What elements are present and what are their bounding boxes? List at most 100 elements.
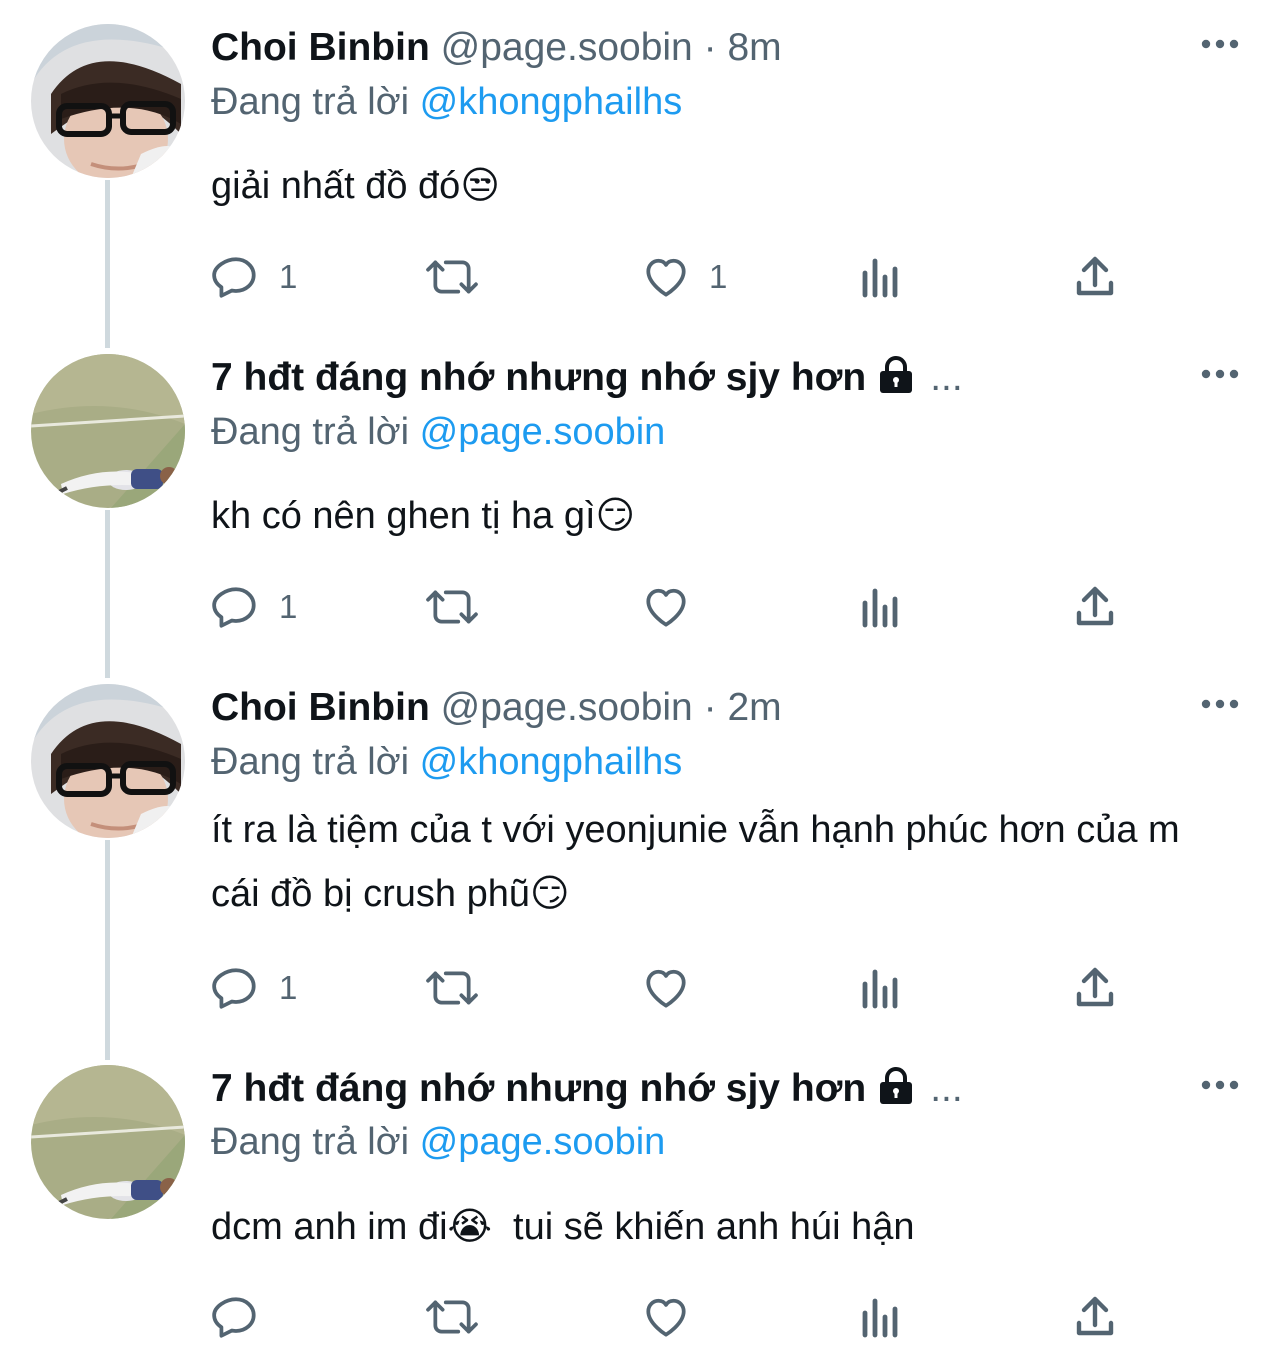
more-options-icon[interactable] <box>1200 694 1240 714</box>
retweet-button[interactable] <box>424 252 480 302</box>
retweet-button[interactable] <box>424 582 480 632</box>
reply-icon <box>212 1297 256 1338</box>
action-bar: 1 <box>211 582 1131 632</box>
share-icon <box>1076 586 1114 626</box>
name-overflow: ... <box>930 356 963 399</box>
analytics-button[interactable] <box>859 963 903 1013</box>
tweet[interactable]: Choi Binbin @page.soobin · 8m Đang trả l… <box>0 24 1284 324</box>
share-icon <box>1076 256 1114 296</box>
more-options-icon[interactable] <box>1200 1075 1240 1095</box>
analytics-button[interactable] <box>859 582 903 632</box>
tweet[interactable]: 7 hđt đáng nhớ nhưng nhớ sjy hơn... Đang… <box>0 1065 1284 1355</box>
analytics-icon <box>862 1298 898 1338</box>
retweet-icon <box>426 1300 478 1334</box>
tweet[interactable]: Choi Binbin @page.soobin · 2m Đang trả l… <box>0 684 1284 1024</box>
avatar-image <box>31 24 185 178</box>
like-button[interactable]: 1 <box>641 252 727 302</box>
share-icon <box>1076 1296 1114 1336</box>
timestamp[interactable]: 2m <box>727 686 781 729</box>
reply-mention-link[interactable]: @page.soobin <box>420 1121 666 1163</box>
reply-count: 1 <box>279 588 298 625</box>
reply-count: 1 <box>279 258 298 295</box>
reply-mention-link[interactable]: @khongphailhs <box>420 741 683 783</box>
separator-dot: · <box>703 26 717 69</box>
share-button[interactable] <box>1073 1292 1117 1342</box>
heart-icon <box>646 969 686 1008</box>
more-options-icon[interactable] <box>1200 364 1240 384</box>
thread-line <box>105 180 110 348</box>
analytics-icon <box>862 258 898 298</box>
reply-mention-link[interactable]: @khongphailhs <box>420 81 683 123</box>
like-button[interactable] <box>641 582 709 632</box>
like-button[interactable] <box>641 963 709 1013</box>
retweet-icon <box>426 590 478 624</box>
tweet-header: 7 hđt đáng nhớ nhưng nhớ sjy hơn... <box>211 354 963 406</box>
avatar[interactable] <box>31 1065 185 1219</box>
avatar-image <box>31 684 185 838</box>
display-name[interactable]: 7 hđt đáng nhớ nhưng nhớ sjy hơn <box>211 1067 866 1110</box>
reply-icon <box>212 968 256 1009</box>
display-name[interactable]: 7 hđt đáng nhớ nhưng nhớ sjy hơn <box>211 356 866 399</box>
like-count: 1 <box>709 258 728 295</box>
share-button[interactable] <box>1073 582 1117 632</box>
action-bar: 1 1 <box>211 252 1131 302</box>
lock-icon <box>876 356 916 406</box>
replying-to-label: Đang trả lời <box>211 741 410 783</box>
retweet-icon <box>426 971 478 1005</box>
avatar[interactable] <box>31 24 185 178</box>
more-options-icon[interactable] <box>1200 34 1240 54</box>
reply-icon <box>212 257 256 298</box>
display-name[interactable]: Choi Binbin <box>211 686 430 729</box>
lock-icon <box>876 1067 916 1117</box>
heart-icon <box>646 588 686 627</box>
heart-icon <box>646 258 686 297</box>
display-name[interactable]: Choi Binbin <box>211 26 430 69</box>
reply-button[interactable]: 1 <box>211 582 297 632</box>
name-overflow: ... <box>930 1067 963 1110</box>
retweet-button[interactable] <box>424 1292 480 1342</box>
tweet-header: 7 hđt đáng nhớ nhưng nhớ sjy hơn... <box>211 1065 963 1117</box>
retweet-icon <box>426 260 478 294</box>
timestamp[interactable]: 8m <box>727 26 781 69</box>
thread-line <box>105 510 110 678</box>
replying-to: Đang trả lời @khongphailhs <box>211 78 682 126</box>
reply-button[interactable]: 1 <box>211 963 297 1013</box>
share-button[interactable] <box>1073 963 1117 1013</box>
avatar-image <box>31 354 185 508</box>
reply-button[interactable]: 1 <box>211 252 297 302</box>
tweet-header: Choi Binbin @page.soobin · 8m <box>211 24 782 72</box>
thread-line <box>105 840 110 1060</box>
retweet-button[interactable] <box>424 963 480 1013</box>
analytics-icon <box>862 969 898 1009</box>
replying-to: Đang trả lời @khongphailhs <box>211 738 682 786</box>
analytics-icon <box>862 588 898 628</box>
analytics-button[interactable] <box>859 1292 903 1342</box>
replying-to-label: Đang trả lời <box>211 1121 410 1163</box>
avatar[interactable] <box>31 354 185 508</box>
tweet-header: Choi Binbin @page.soobin · 2m <box>211 684 782 732</box>
username[interactable]: @page.soobin <box>441 686 693 729</box>
tweet-text: dcm anh im đi😭 tui sẽ khiến anh húi hận <box>211 1206 915 1248</box>
reply-button[interactable] <box>211 1292 279 1342</box>
avatar[interactable] <box>31 684 185 838</box>
separator-dot: · <box>703 686 717 729</box>
action-bar: 1 <box>211 963 1131 1013</box>
analytics-button[interactable] <box>859 252 903 302</box>
heart-icon <box>646 1298 686 1337</box>
replying-to: Đang trả lời @page.soobin <box>211 408 665 456</box>
share-button[interactable] <box>1073 252 1117 302</box>
reply-mention-link[interactable]: @page.soobin <box>420 411 666 453</box>
tweet-text: giải nhất đồ đó😒 <box>211 165 500 207</box>
reply-icon <box>212 587 256 628</box>
action-bar <box>211 1292 1131 1342</box>
tweet[interactable]: 7 hđt đáng nhớ nhưng nhớ sjy hơn... Đang… <box>0 354 1284 654</box>
tweet-text: kh có nên ghen tị ha gì😏 <box>211 495 636 537</box>
replying-to-label: Đang trả lời <box>211 81 410 123</box>
like-button[interactable] <box>641 1292 709 1342</box>
replying-to: Đang trả lời @page.soobin <box>211 1118 665 1166</box>
username[interactable]: @page.soobin <box>441 26 693 69</box>
reply-count: 1 <box>279 969 298 1006</box>
avatar-image <box>31 1065 185 1219</box>
replying-to-label: Đang trả lời <box>211 411 410 453</box>
share-icon <box>1076 967 1114 1007</box>
